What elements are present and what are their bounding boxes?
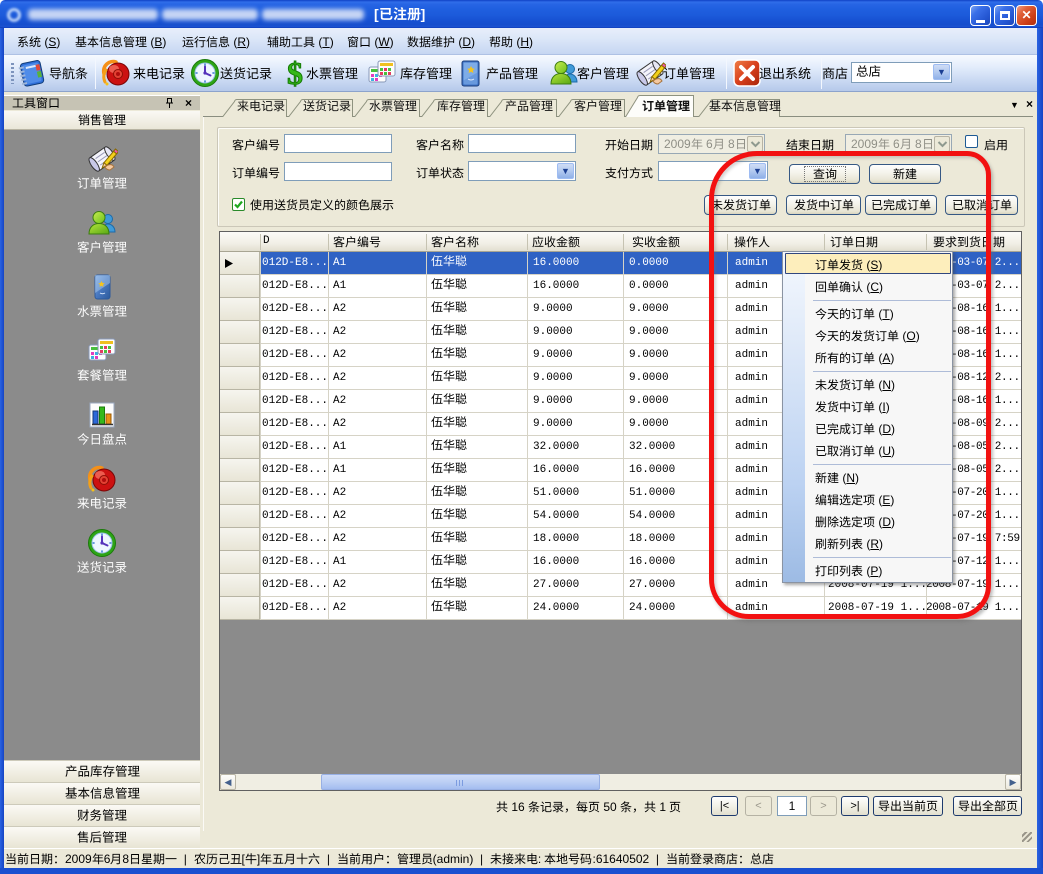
svg-text:$: $: [287, 57, 303, 89]
